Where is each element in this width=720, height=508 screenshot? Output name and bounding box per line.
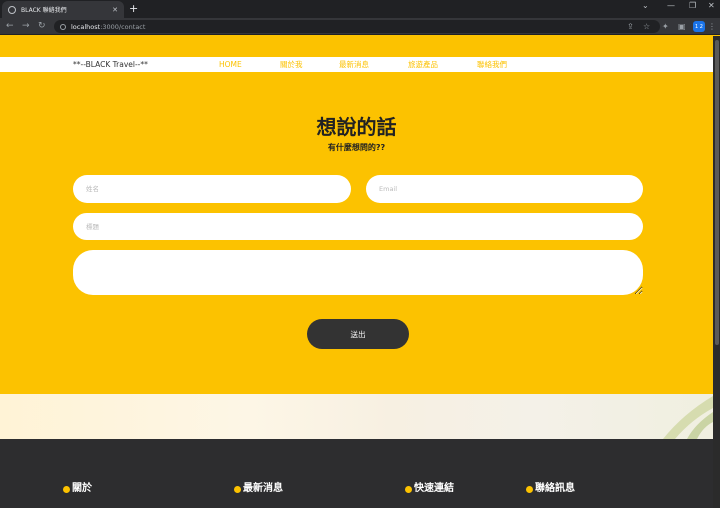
nav-news[interactable]: 最新消息 <box>339 59 369 70</box>
share-icon[interactable]: ⇪ <box>627 22 634 32</box>
site-navbar: **--BLACK Travel--** HOME 關於我 最新消息 旅遊產品 … <box>0 57 713 72</box>
tab-title: BLACK 聯絡我們 <box>21 7 67 14</box>
forward-icon[interactable]: → <box>22 20 30 32</box>
footer-about-heading: 關於 <box>63 482 92 496</box>
footer-news-heading: 最新消息 <box>234 482 283 496</box>
url-host: localhost <box>71 22 101 31</box>
side-panel-icon[interactable]: ▣ <box>678 22 686 32</box>
nav-products[interactable]: 旅遊產品 <box>408 59 438 70</box>
name-input[interactable] <box>73 175 351 203</box>
nav-home[interactable]: HOME <box>219 59 242 70</box>
bullet-dot-icon <box>234 485 241 493</box>
footer-links-heading: 快速連結 <box>405 482 454 496</box>
tab-search-icon[interactable]: ⌄ <box>642 0 649 14</box>
footer-heading-text: 最新消息 <box>243 483 283 494</box>
footer-heading-text: 聯絡訊息 <box>535 483 575 494</box>
bullet-dot-icon <box>405 485 412 493</box>
footer-heading-text: 關於 <box>72 483 92 494</box>
extensions-icon[interactable]: ✦ <box>662 22 669 32</box>
address-bar[interactable]: localhost :3000/contact <box>54 20 660 33</box>
page-title: 想說的話 <box>316 115 397 139</box>
globe-icon <box>8 5 16 14</box>
bookmark-star-icon[interactable]: ☆ <box>643 22 650 32</box>
nav-contact[interactable]: 聯絡我們 <box>477 59 507 70</box>
reload-icon[interactable]: ↻ <box>38 20 46 32</box>
site-info-icon[interactable] <box>60 23 66 30</box>
profile-avatar[interactable]: 1 2 <box>693 21 705 32</box>
footer-heading-text: 快速連結 <box>414 483 454 494</box>
page-subtitle: 有什麼想問的?? <box>327 143 386 152</box>
restore-icon[interactable]: ❐ <box>689 0 696 14</box>
back-icon[interactable]: ← <box>6 20 14 32</box>
hero-banner-image <box>0 394 713 439</box>
url-path: :3000/contact <box>100 22 146 31</box>
subject-input[interactable] <box>73 213 643 240</box>
site-brand[interactable]: **--BLACK Travel--** <box>73 59 148 70</box>
site-footer: 關於 最新消息 快速連結 聯絡訊息 <box>0 439 713 508</box>
message-textarea[interactable] <box>73 250 643 295</box>
bullet-dot-icon <box>526 485 533 493</box>
submit-button[interactable]: 送出 <box>307 319 409 349</box>
nav-about[interactable]: 關於我 <box>280 59 303 70</box>
email-input[interactable] <box>366 175 643 203</box>
close-tab-icon[interactable]: ✕ <box>112 6 118 14</box>
minimize-icon[interactable]: — <box>667 0 675 14</box>
browser-tab-strip: BLACK 聯絡我們 ✕ + ⌄ — ❐ ✕ <box>0 0 720 18</box>
scrollbar-thumb[interactable] <box>715 40 719 345</box>
browser-toolbar: ← → ↻ localhost :3000/contact ⇪ ☆ ✦ ▣ ⋮ <box>0 18 720 35</box>
new-tab-button[interactable]: + <box>129 2 138 16</box>
window-close-icon[interactable]: ✕ <box>708 0 715 14</box>
plant-leaf-image <box>663 396 713 439</box>
bullet-dot-icon <box>63 485 70 493</box>
browser-tab[interactable]: BLACK 聯絡我們 ✕ <box>2 1 124 18</box>
footer-contact-heading: 聯絡訊息 <box>526 482 575 496</box>
menu-icon[interactable]: ⋮ <box>708 22 716 32</box>
